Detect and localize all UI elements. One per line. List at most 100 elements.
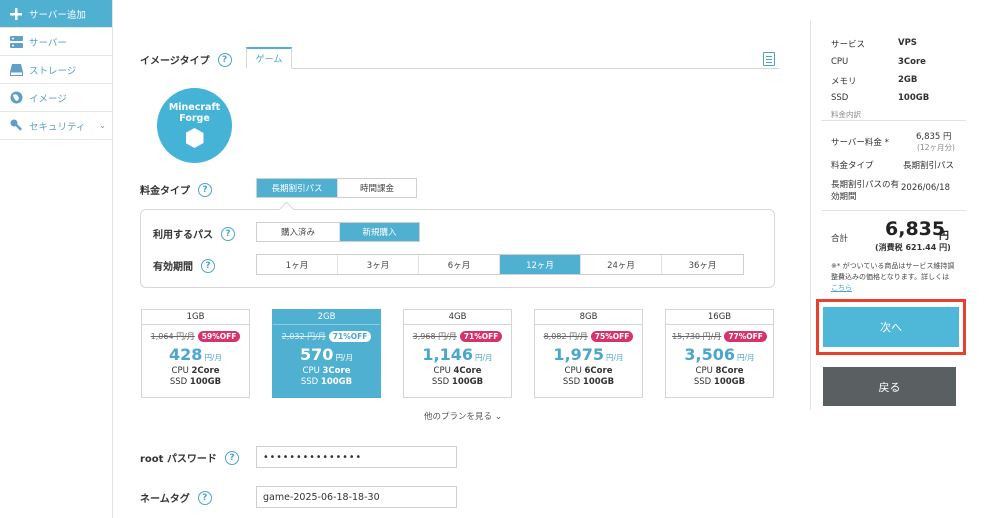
plan-card-1gb[interactable]: 1GB 1,064 円/月 59%OFF 428 円/月 CPU 2Core SSD…	[141, 309, 250, 398]
help-icon[interactable]: ?	[201, 258, 215, 273]
server-fee-label: サーバー料金 *	[831, 138, 889, 148]
option-purchased[interactable]: 購入済み	[257, 223, 340, 241]
sidebar-item-security[interactable]: セキュリティ ⌄	[0, 112, 112, 140]
ssd-label: SSD	[562, 377, 581, 387]
name-tag-input[interactable]: game-2025-06-18-18-30	[256, 486, 457, 508]
chevron-down-icon: ⌄	[99, 121, 106, 130]
pass-row: 利用するパス ?	[153, 226, 235, 241]
pass-toggle: 購入済み 新規購入	[256, 222, 420, 242]
sidebar-item-storage[interactable]: ストレージ	[0, 56, 112, 84]
minecraft-forge-logo[interactable]: Minecraft Forge	[157, 88, 232, 163]
divider	[821, 120, 966, 121]
option-hourly[interactable]: 時間課金	[338, 179, 416, 197]
key-icon	[9, 119, 23, 133]
plan-card-4gb[interactable]: 4GB 3,968 円/月 71%OFF 1,146 円/月 CPU 4Core S…	[403, 309, 512, 398]
discount-badge: 75%OFF	[590, 331, 634, 342]
sidebar-item-label: サーバー	[29, 37, 67, 49]
pricing-type-toggle: 長期割引パス 時間課金	[256, 178, 417, 198]
root-password-input[interactable]: •••••••••••••••	[256, 446, 457, 468]
sidebar: サーバー追加 サーバー ストレージ イメージ セキュリティ ⌄	[0, 0, 113, 518]
option-new-purchase[interactable]: 新規購入	[340, 223, 419, 241]
root-password-row: root パスワード ?	[140, 450, 239, 465]
next-button-highlight: 次へ	[816, 299, 966, 355]
discount-badge: 77%OFF	[724, 331, 767, 342]
sidebar-item-server[interactable]: サーバー	[0, 28, 112, 56]
sidebar-item-label: セキュリティ	[29, 121, 86, 133]
plan-memory: 2GB	[273, 310, 380, 325]
tax-note: (消費税 621.44 円)	[875, 243, 951, 252]
document-icon[interactable]	[763, 52, 775, 66]
period-option-selected[interactable]: 12ヶ月	[500, 255, 581, 274]
fee-type-label: 料金タイプ	[831, 161, 874, 171]
original-price: 2,032 円/月	[281, 332, 326, 341]
help-icon[interactable]: ?	[221, 226, 235, 241]
plan-price: 3,506	[684, 345, 736, 364]
ssd-label: SSD	[831, 93, 849, 103]
more-plans-link[interactable]: 他のプランを見る ⌄	[424, 410, 502, 422]
original-price: 15,730 円/月	[672, 332, 722, 341]
period-label: 有効期間	[153, 262, 193, 273]
service-label: サービス	[831, 40, 866, 50]
plus-icon	[9, 7, 23, 21]
sidebar-item-image[interactable]: イメージ	[0, 84, 112, 112]
back-button[interactable]: 戻る	[823, 367, 956, 406]
ssd-label: SSD	[693, 377, 712, 387]
help-icon[interactable]: ?	[217, 52, 232, 67]
plan-memory: 16GB	[666, 310, 773, 325]
plan-card-16gb[interactable]: 16GB 15,730 円/月 77%OFF 3,506 円/月 CPU 8Core…	[665, 309, 774, 398]
memory-value: 2GB	[898, 75, 918, 85]
service-value: VPS	[898, 38, 917, 48]
pricing-type-row: 料金タイプ ?	[140, 182, 212, 197]
cpu-label: CPU	[831, 57, 849, 67]
period-option[interactable]: 6ヶ月	[419, 255, 500, 274]
original-price: 1,064 円/月	[150, 332, 195, 341]
help-icon[interactable]: ?	[197, 490, 212, 505]
plan-price: 570	[300, 345, 334, 364]
help-icon[interactable]: ?	[224, 450, 239, 465]
expiry-label-2: 効期間	[831, 192, 857, 202]
plan-price: 428	[169, 345, 203, 364]
cpu-value: 2Core	[191, 366, 220, 376]
plan-card-2gb[interactable]: 2GB 2,032 円/月 71%OFF 570 円/月 CPU 3Core SSD…	[272, 309, 381, 398]
pass-settings-panel	[140, 209, 775, 288]
period-option[interactable]: 24ヶ月	[581, 255, 662, 274]
cpu-value: 3Core	[898, 57, 926, 67]
help-icon[interactable]: ?	[198, 182, 212, 197]
memory-label: メモリ	[831, 77, 857, 87]
server-fee-note: (12ヶ月分)	[917, 143, 955, 152]
plan-price: 1,146	[422, 345, 474, 364]
period-option[interactable]: 3ヶ月	[338, 255, 419, 274]
cpu-value: 8Core	[715, 366, 744, 376]
total-unit: 円	[939, 231, 949, 242]
breakdown-label: 料金内訳	[831, 110, 861, 119]
tab-game[interactable]: ゲーム	[246, 47, 292, 69]
more-plans-label: 他のプランを見る	[424, 412, 493, 422]
discount-badge: 71%OFF	[459, 331, 503, 342]
server-icon	[9, 35, 23, 49]
price-unit: 円/月	[606, 353, 624, 362]
ssd-label: SSD	[169, 377, 188, 387]
sidebar-item-label: イメージ	[29, 93, 67, 105]
option-long-term-pass[interactable]: 長期割引パス	[257, 179, 338, 197]
period-option[interactable]: 1ヶ月	[257, 255, 338, 274]
period-option[interactable]: 36ヶ月	[662, 255, 743, 274]
cpu-label: CPU	[695, 366, 713, 376]
total-label: 合計	[831, 234, 849, 244]
cpu-value: 4Core	[453, 366, 482, 376]
next-button[interactable]: 次へ	[823, 307, 959, 347]
sidebar-item-label: ストレージ	[29, 65, 77, 77]
sidebar-item-add-server[interactable]: サーバー追加	[0, 0, 112, 28]
discount-badge: 71%OFF	[328, 331, 372, 342]
expiry-label-1: 長期割引パスの有	[831, 180, 900, 190]
footnote-link[interactable]: こちら	[831, 283, 971, 294]
price-unit: 円/月	[475, 353, 493, 362]
period-selector: 1ヶ月 3ヶ月 6ヶ月 12ヶ月 24ヶ月 36ヶ月	[256, 254, 744, 275]
pass-label: 利用するパス	[153, 230, 213, 241]
cpu-value: 6Core	[584, 366, 613, 376]
cpu-label: CPU	[302, 366, 320, 376]
pricing-type-label: 料金タイプ	[140, 186, 190, 197]
image-type-label: イメージタイプ	[140, 56, 210, 67]
plan-card-8gb[interactable]: 8GB 8,082 円/月 75%OFF 1,975 円/月 CPU 6Core S…	[534, 309, 643, 398]
plan-memory: 4GB	[404, 310, 511, 325]
cpu-label: CPU	[433, 366, 451, 376]
